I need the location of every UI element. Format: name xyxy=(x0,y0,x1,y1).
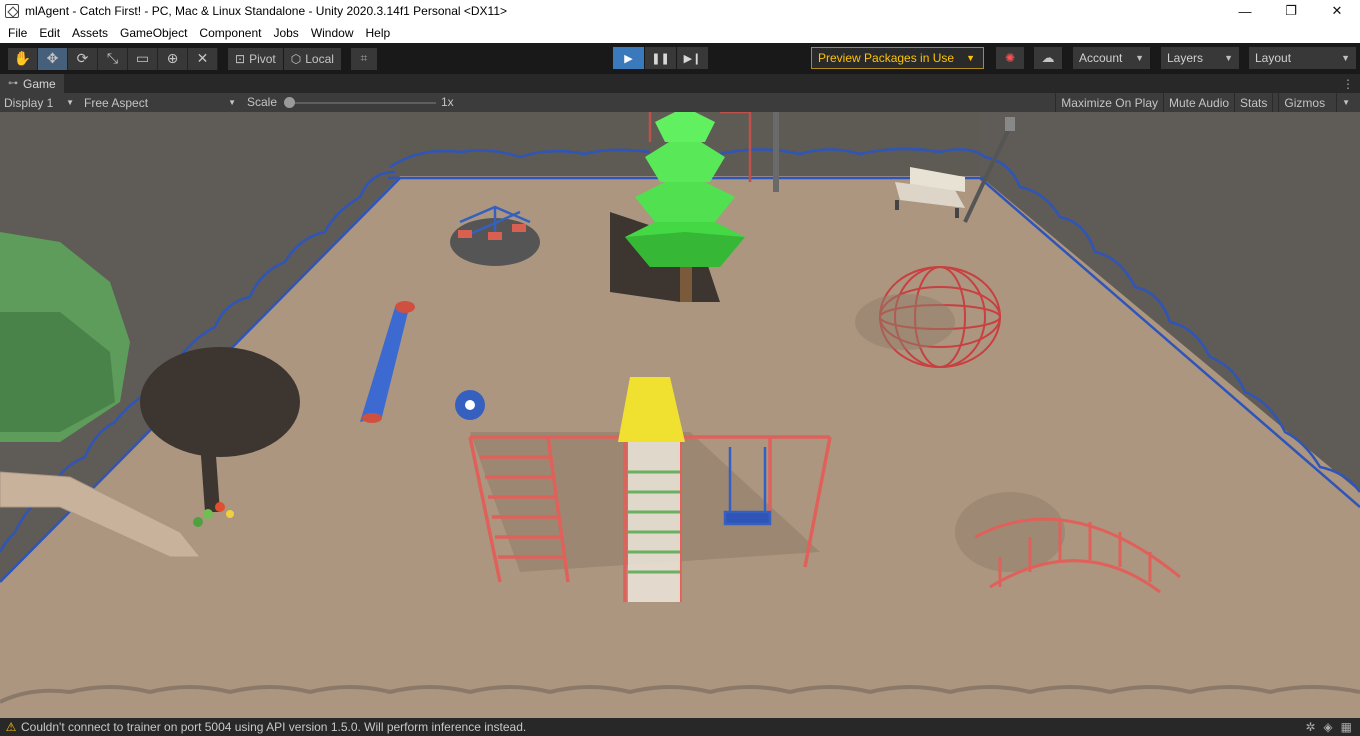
move-tool-icon[interactable]: ✥ xyxy=(38,47,68,70)
chevron-down-icon: ▼ xyxy=(228,98,236,107)
display-label: Display 1 xyxy=(4,95,54,110)
grid-snap-icon[interactable]: ⌗ xyxy=(350,47,377,70)
local-cube-icon: ⬡ xyxy=(290,51,302,66)
aspect-dropdown[interactable]: Free Aspect ▼ xyxy=(80,93,240,112)
menu-edit[interactable]: Edit xyxy=(33,26,66,40)
scale-slider-handle[interactable] xyxy=(284,97,295,108)
display-dropdown[interactable]: Display 1 ▼ xyxy=(0,93,78,112)
pivot-label: Pivot xyxy=(249,51,276,66)
more-options-icon[interactable]: ⋮ xyxy=(1342,77,1354,91)
menu-file[interactable]: File xyxy=(2,26,33,40)
game-view-bar: Display 1 ▼ Free Aspect ▼ Scale 1x Maxim… xyxy=(0,93,1360,112)
menu-assets[interactable]: Assets xyxy=(66,26,114,40)
game-controller-icon: ⊶ xyxy=(8,78,18,89)
maximize-icon[interactable]: ❐ xyxy=(1268,0,1314,22)
auto-generate-lighting-icon[interactable]: ◈ xyxy=(1323,720,1332,734)
window-title: mlAgent - Catch First! - PC, Mac & Linux… xyxy=(25,4,508,18)
transform-tools: ✋ ✥ ⟳ ⤡ ▭ ⊕ ✕ xyxy=(8,47,218,70)
status-message[interactable]: Couldn't connect to trainer on port 5004… xyxy=(21,720,526,734)
local-label: Local xyxy=(305,51,334,66)
layers-dropdown[interactable]: Layers ▼ xyxy=(1161,47,1239,69)
custom-tool-icon[interactable]: ✕ xyxy=(188,47,218,70)
arch-shadow xyxy=(955,492,1065,572)
account-label: Account xyxy=(1079,51,1123,65)
collab-icon[interactable]: ✺ xyxy=(996,47,1024,69)
status-bar: ⚠ Couldn't connect to trainer on port 50… xyxy=(0,718,1360,736)
preview-packages-label: Preview Packages in Use xyxy=(818,51,955,65)
stats-toggle[interactable]: Stats xyxy=(1234,93,1272,112)
chevron-down-icon: ▼ xyxy=(1224,53,1233,63)
lamp-pole xyxy=(773,112,779,192)
chevron-down-icon: ▼ xyxy=(1336,93,1355,112)
tab-game[interactable]: ⊶ Game xyxy=(0,74,64,93)
warning-icon: ⚠ xyxy=(5,720,17,734)
scale-label: Scale xyxy=(247,95,278,109)
menu-bar: File Edit Assets GameObject Component Jo… xyxy=(0,22,1360,43)
minimize-icon[interactable]: — xyxy=(1222,0,1268,22)
chevron-down-icon: ▼ xyxy=(966,53,975,63)
dome-shadow xyxy=(855,294,955,350)
chevron-down-icon: ▼ xyxy=(1341,53,1350,63)
menu-help[interactable]: Help xyxy=(360,26,397,40)
aspect-label: Free Aspect xyxy=(84,95,149,110)
local-button[interactable]: ⬡ Local xyxy=(283,47,341,70)
game-viewport[interactable] xyxy=(0,112,1360,718)
slide-ladder xyxy=(628,442,680,602)
preview-packages-dropdown[interactable]: Preview Packages in Use ▼ xyxy=(811,47,984,69)
spinner xyxy=(455,390,485,420)
hand-tool-icon[interactable]: ✋ xyxy=(8,47,38,70)
pivot-button[interactable]: ⊡ Pivot xyxy=(228,47,283,70)
layout-dropdown[interactable]: Layout ▼ xyxy=(1249,47,1356,69)
gizmos-dropdown[interactable]: Gizmos ▼ xyxy=(1272,93,1360,112)
window-title-bar: mlAgent - Catch First! - PC, Mac & Linux… xyxy=(0,0,1360,22)
chevron-down-icon: ▼ xyxy=(66,98,74,107)
mute-audio-toggle[interactable]: Mute Audio xyxy=(1163,93,1234,112)
left-tree-shadow xyxy=(140,347,300,457)
close-icon[interactable]: ✕ xyxy=(1314,0,1360,22)
rotate-tool-icon[interactable]: ⟳ xyxy=(68,47,98,70)
play-controls: ▶ ❚❚ ▶❙ xyxy=(613,47,708,69)
play-icon[interactable]: ▶ xyxy=(613,47,644,69)
scale-value: 1x xyxy=(441,95,454,109)
layers-label: Layers xyxy=(1167,51,1204,65)
unity-logo-icon xyxy=(5,4,19,18)
tab-game-label: Game xyxy=(23,76,56,91)
chevron-down-icon: ▼ xyxy=(1135,53,1144,63)
status-icons: ✲ ◈ ▦ xyxy=(1305,720,1360,734)
gizmos-label: Gizmos xyxy=(1278,93,1330,112)
pause-icon[interactable]: ❚❚ xyxy=(645,47,676,69)
menu-window[interactable]: Window xyxy=(305,26,360,40)
game-tab-strip: ⊶ Game ⋮ xyxy=(0,74,1360,93)
transform-tool-icon[interactable]: ⊕ xyxy=(158,47,188,70)
pivot-icon: ⊡ xyxy=(235,51,246,66)
rect-tool-icon[interactable]: ▭ xyxy=(128,47,158,70)
debug-icon[interactable]: ✲ xyxy=(1305,720,1315,734)
scale-tool-icon[interactable]: ⤡ xyxy=(98,47,128,70)
cache-icon[interactable]: ▦ xyxy=(1341,720,1352,734)
cloud-icon[interactable]: ☁ xyxy=(1034,47,1062,69)
layout-label: Layout xyxy=(1255,51,1292,65)
account-dropdown[interactable]: Account ▼ xyxy=(1073,47,1150,69)
pivot-toggles: ⊡ Pivot ⬡ Local xyxy=(228,47,341,70)
window-controls: — ❐ ✕ xyxy=(1222,0,1360,22)
game-view-options: Maximize On Play Mute Audio Stats Gizmos… xyxy=(1055,93,1360,112)
menu-component[interactable]: Component xyxy=(193,26,267,40)
step-icon[interactable]: ▶❙ xyxy=(677,47,708,69)
menu-jobs[interactable]: Jobs xyxy=(267,26,304,40)
main-toolbar: ✋ ✥ ⟳ ⤡ ▭ ⊕ ✕ ⊡ Pivot ⬡ Local ⌗ ▶ ❚❚ ▶❙ Pr… xyxy=(0,43,1360,74)
playground-scene xyxy=(0,112,1360,718)
maximize-on-play-toggle[interactable]: Maximize On Play xyxy=(1055,93,1163,112)
scale-slider-track[interactable] xyxy=(287,102,436,104)
menu-gameobject[interactable]: GameObject xyxy=(114,26,193,40)
